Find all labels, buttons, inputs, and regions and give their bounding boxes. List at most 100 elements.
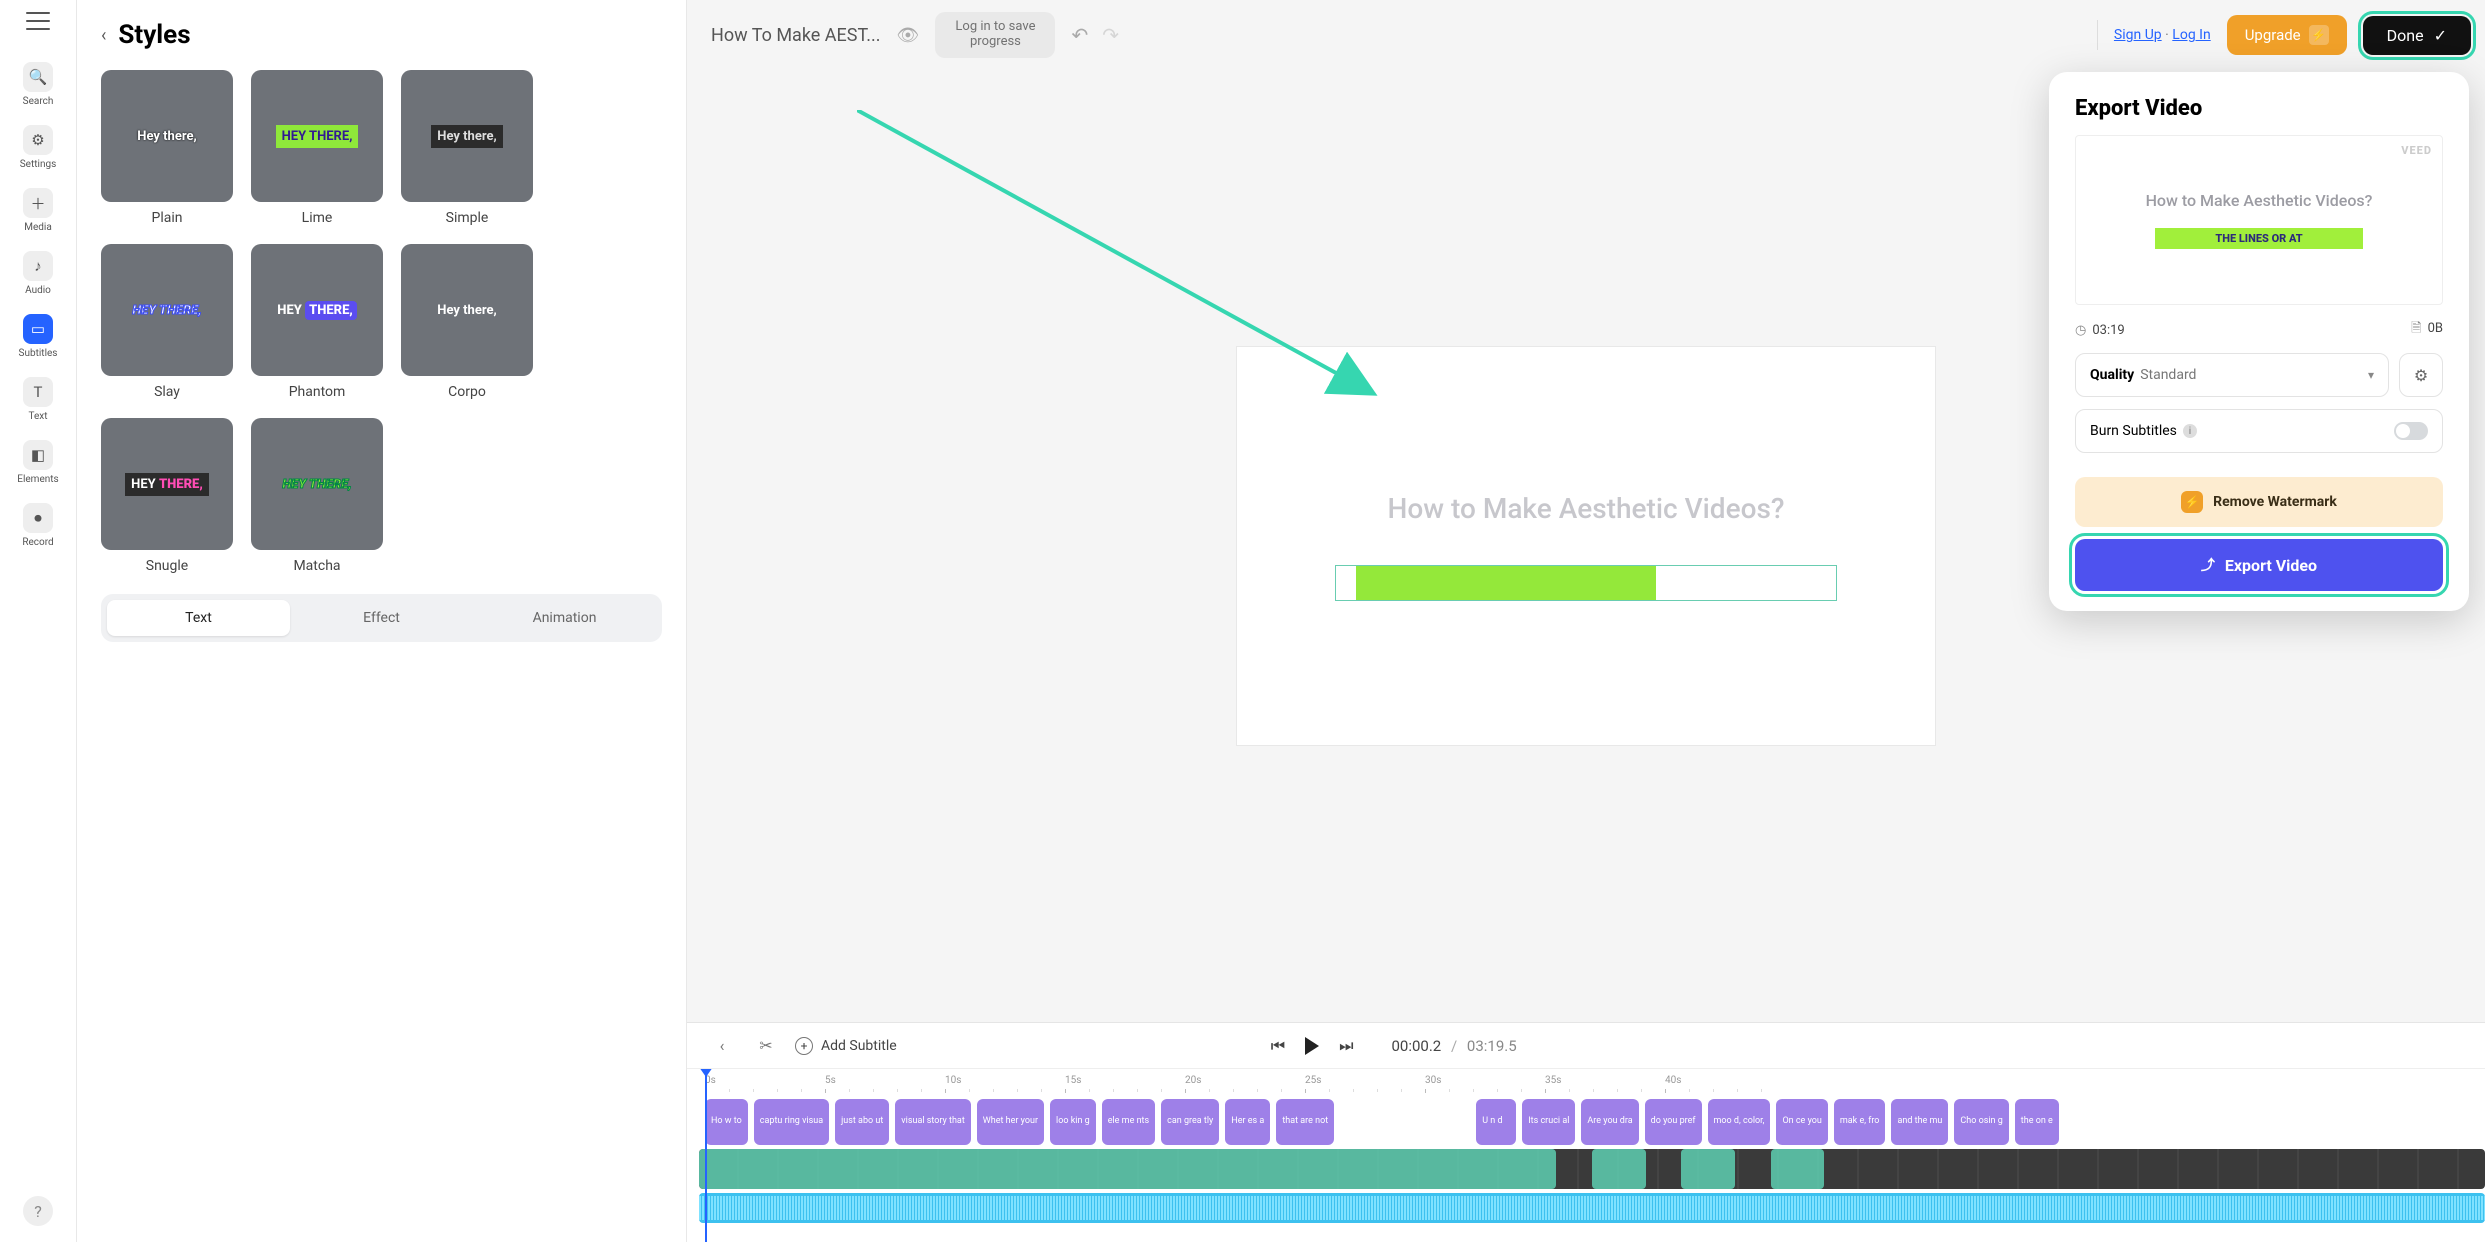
tab-text[interactable]: Text xyxy=(107,600,290,636)
add-subtitle-button[interactable]: + Add Subtitle xyxy=(795,1037,897,1055)
redo-button[interactable]: ↷ xyxy=(1102,23,1119,47)
burn-subtitles-row: Burn Subtitles i xyxy=(2075,409,2443,453)
login-link[interactable]: Log In xyxy=(2172,27,2210,43)
tab-effect[interactable]: Effect xyxy=(290,600,473,636)
export-title: Export Video xyxy=(2075,96,2443,121)
style-thumb: HEY THERE, xyxy=(251,70,383,202)
style-matcha[interactable]: HEY THERE,Matcha xyxy=(251,418,383,574)
subtitle-clip[interactable]: ele me nts xyxy=(1102,1099,1155,1145)
dot: · xyxy=(2165,27,2169,43)
remove-watermark-button[interactable]: ⚡ Remove Watermark xyxy=(2075,477,2443,527)
subtitle-clip[interactable]: visual story that xyxy=(895,1099,970,1145)
quality-select[interactable]: Quality Standard ▾ xyxy=(2075,353,2389,397)
chevron-down-icon: ▾ xyxy=(2368,368,2374,382)
plus-icon: ＋ xyxy=(23,188,53,218)
audio-track[interactable] xyxy=(699,1193,2485,1223)
subtitle-clip[interactable]: the on e xyxy=(2015,1099,2059,1145)
time-ruler[interactable]: 0s5s10s15s20s25s30s35s40s xyxy=(699,1075,2485,1095)
quality-settings-button[interactable]: ⚙ xyxy=(2399,353,2443,397)
style-name: Matcha xyxy=(293,558,340,574)
style-name: Slay xyxy=(154,384,180,400)
subtitle-clip[interactable]: can grea tly xyxy=(1161,1099,1219,1145)
subtitle-clip[interactable]: and the mu xyxy=(1891,1099,1948,1145)
time-sep: / xyxy=(1451,1037,1457,1055)
login-to-save[interactable]: Log in to save progress xyxy=(935,12,1055,58)
hamburger-menu[interactable] xyxy=(26,12,50,30)
nav-label: Text xyxy=(28,411,47,422)
export-popover: Export Video VEED How to Make Aesthetic … xyxy=(2049,72,2469,611)
back-button[interactable]: ‹ xyxy=(101,25,106,46)
export-preview: VEED How to Make Aesthetic Videos? THE L… xyxy=(2075,135,2443,305)
nav-text[interactable]: TText xyxy=(0,377,76,422)
bolt-icon: ⚡ xyxy=(2181,491,2203,513)
video-track[interactable] xyxy=(699,1149,2485,1189)
canvas-title: How to Make Aesthetic Videos? xyxy=(1388,492,1785,525)
nav-settings[interactable]: ⚙Settings xyxy=(0,125,76,170)
sliders-icon: ⚙ xyxy=(2414,366,2428,385)
style-name: Lime xyxy=(302,210,333,226)
subtitle-clip[interactable]: loo kin g xyxy=(1050,1099,1096,1145)
nav-label: Record xyxy=(22,537,53,548)
style-slay[interactable]: HEY THERE,Slay xyxy=(101,244,233,400)
export-size: 0B xyxy=(2428,321,2443,336)
panel-title: Styles xyxy=(118,20,190,50)
project-title[interactable]: How To Make AEST... xyxy=(711,25,881,46)
quality-label: Quality xyxy=(2090,367,2134,383)
nav-subtitles[interactable]: ▭ Subtitles xyxy=(0,314,76,359)
subtitle-clip[interactable]: do you pref xyxy=(1645,1099,1702,1145)
visibility-icon[interactable]: 👁 xyxy=(897,25,920,46)
nav-search[interactable]: 🔍Search xyxy=(0,62,76,107)
style-name: Phantom xyxy=(289,384,346,400)
subtitle-clip[interactable]: mak e, fro xyxy=(1834,1099,1886,1145)
signup-link[interactable]: Sign Up xyxy=(2114,27,2162,43)
nav-label: Subtitles xyxy=(19,348,58,359)
subtitle-clip[interactable]: Its cruci al xyxy=(1522,1099,1575,1145)
upgrade-button[interactable]: Upgrade ⚡ xyxy=(2227,15,2347,55)
undo-button[interactable]: ↶ xyxy=(1071,23,1088,47)
progress-frame xyxy=(1335,565,1838,601)
nav-record[interactable]: ⏺Record xyxy=(0,503,76,548)
subtitle-clip[interactable]: Cho osin g xyxy=(1954,1099,2008,1145)
help-button[interactable]: ? xyxy=(23,1196,53,1226)
subtitle-clip[interactable]: Her es a xyxy=(1225,1099,1270,1145)
watermark-brand: VEED xyxy=(2401,144,2432,157)
subtitle-clip[interactable]: U n d xyxy=(1476,1099,1516,1145)
subtitle-clip[interactable]: moo d, color, xyxy=(1708,1099,1771,1145)
export-video-button[interactable]: ⤴ Export Video xyxy=(2075,539,2443,591)
video-canvas[interactable]: How to Make Aesthetic Videos? xyxy=(1236,346,1936,746)
subtitle-clip[interactable]: that are not xyxy=(1276,1099,1334,1145)
play-button[interactable] xyxy=(1305,1037,1319,1055)
tl-back-button[interactable]: ‹ xyxy=(707,1031,737,1061)
style-lime[interactable]: HEY THERE, Lime xyxy=(251,70,383,226)
info-icon[interactable]: i xyxy=(2183,424,2197,438)
subtitle-clip[interactable]: Are you dra xyxy=(1581,1099,1638,1145)
clock-icon: ◷ xyxy=(2075,323,2086,338)
subtitles-icon: ▭ xyxy=(23,314,53,344)
style-simple[interactable]: Hey there,Simple xyxy=(401,70,533,226)
nav-media[interactable]: ＋Media xyxy=(0,188,76,233)
split-button[interactable]: ✂ xyxy=(751,1031,781,1061)
burn-label: Burn Subtitles xyxy=(2090,423,2177,439)
style-snugle[interactable]: HEY THERE,Snugle xyxy=(101,418,233,574)
nav-audio[interactable]: ♪Audio xyxy=(0,251,76,296)
style-tabs: Text Effect Animation xyxy=(101,594,662,642)
login-line1: Log in to save xyxy=(955,20,1035,35)
style-phantom[interactable]: HEY THERE,Phantom xyxy=(251,244,383,400)
nav-elements[interactable]: ◧Elements xyxy=(0,440,76,485)
tab-animation[interactable]: Animation xyxy=(473,600,656,636)
subtitle-clip[interactable]: just abo ut xyxy=(835,1099,889,1145)
shapes-icon: ◧ xyxy=(23,440,53,470)
burn-subtitles-toggle[interactable] xyxy=(2394,422,2428,440)
plus-circle-icon: + xyxy=(795,1037,813,1055)
subtitle-clip[interactable]: captu ring visua xyxy=(754,1099,829,1145)
style-corpo[interactable]: Hey there,Corpo xyxy=(401,244,533,400)
forward-button[interactable]: ⏭ xyxy=(1339,1036,1353,1056)
subtitle-clip[interactable]: On ce you xyxy=(1776,1099,1827,1145)
playhead[interactable] xyxy=(705,1069,707,1242)
rewind-button[interactable]: ⏮ xyxy=(1271,1036,1285,1056)
subtitle-track[interactable]: Ho w tocaptu ring visuajust abo utvisual… xyxy=(699,1099,2485,1145)
done-button[interactable]: Done ✓ xyxy=(2363,16,2471,55)
subtitle-clip[interactable]: Whet her your xyxy=(977,1099,1044,1145)
style-plain[interactable]: Hey there,Plain xyxy=(101,70,233,226)
subtitle-clip[interactable]: Ho w to xyxy=(705,1099,748,1145)
